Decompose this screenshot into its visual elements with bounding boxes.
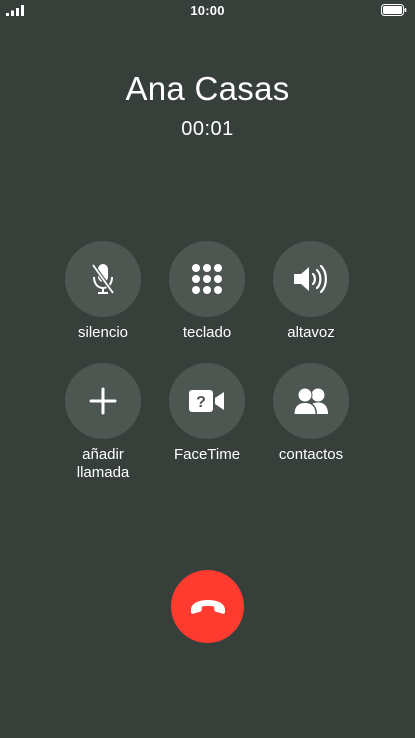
speaker-label: altavoz xyxy=(287,324,335,341)
contacts-icon xyxy=(293,387,328,414)
keypad-label: teclado xyxy=(182,324,232,341)
speaker-icon xyxy=(294,264,327,294)
facetime-button[interactable]: ? xyxy=(169,363,245,439)
add-call-label-line1: añadir xyxy=(82,446,124,463)
status-bar: 10:00 xyxy=(0,0,415,22)
plus-icon xyxy=(89,387,117,415)
call-duration: 00:01 xyxy=(181,118,234,140)
contacts-control: contactos xyxy=(256,363,366,464)
mute-label: silencio xyxy=(77,324,129,341)
keypad-button[interactable] xyxy=(169,241,245,317)
add-call-label-line2: llamada xyxy=(76,464,130,481)
facetime-icon: ? xyxy=(189,390,224,412)
contacts-label: contactos xyxy=(278,446,344,463)
mute-button[interactable] xyxy=(65,241,141,317)
facetime-control: ? FaceTime xyxy=(152,363,262,464)
facetime-label: FaceTime xyxy=(173,446,241,463)
speaker-control: altavoz xyxy=(256,241,366,342)
keypad-icon xyxy=(192,264,222,294)
contacts-button[interactable] xyxy=(273,363,349,439)
mute-control: silencio xyxy=(48,241,158,342)
hang-up-icon xyxy=(190,599,225,614)
microphone-muted-icon xyxy=(91,263,115,295)
status-time: 10:00 xyxy=(190,3,225,18)
speaker-button[interactable] xyxy=(273,241,349,317)
end-call-button[interactable] xyxy=(171,570,244,643)
add-call-label: añadir llamada xyxy=(48,446,158,482)
keypad-control: teclado xyxy=(152,241,262,342)
caller-name: Ana Casas xyxy=(125,70,290,107)
add-call-button[interactable] xyxy=(65,363,141,439)
battery-full-icon xyxy=(381,4,407,16)
add-call-control: añadir llamada xyxy=(48,363,158,482)
svg-text:?: ? xyxy=(196,394,206,411)
